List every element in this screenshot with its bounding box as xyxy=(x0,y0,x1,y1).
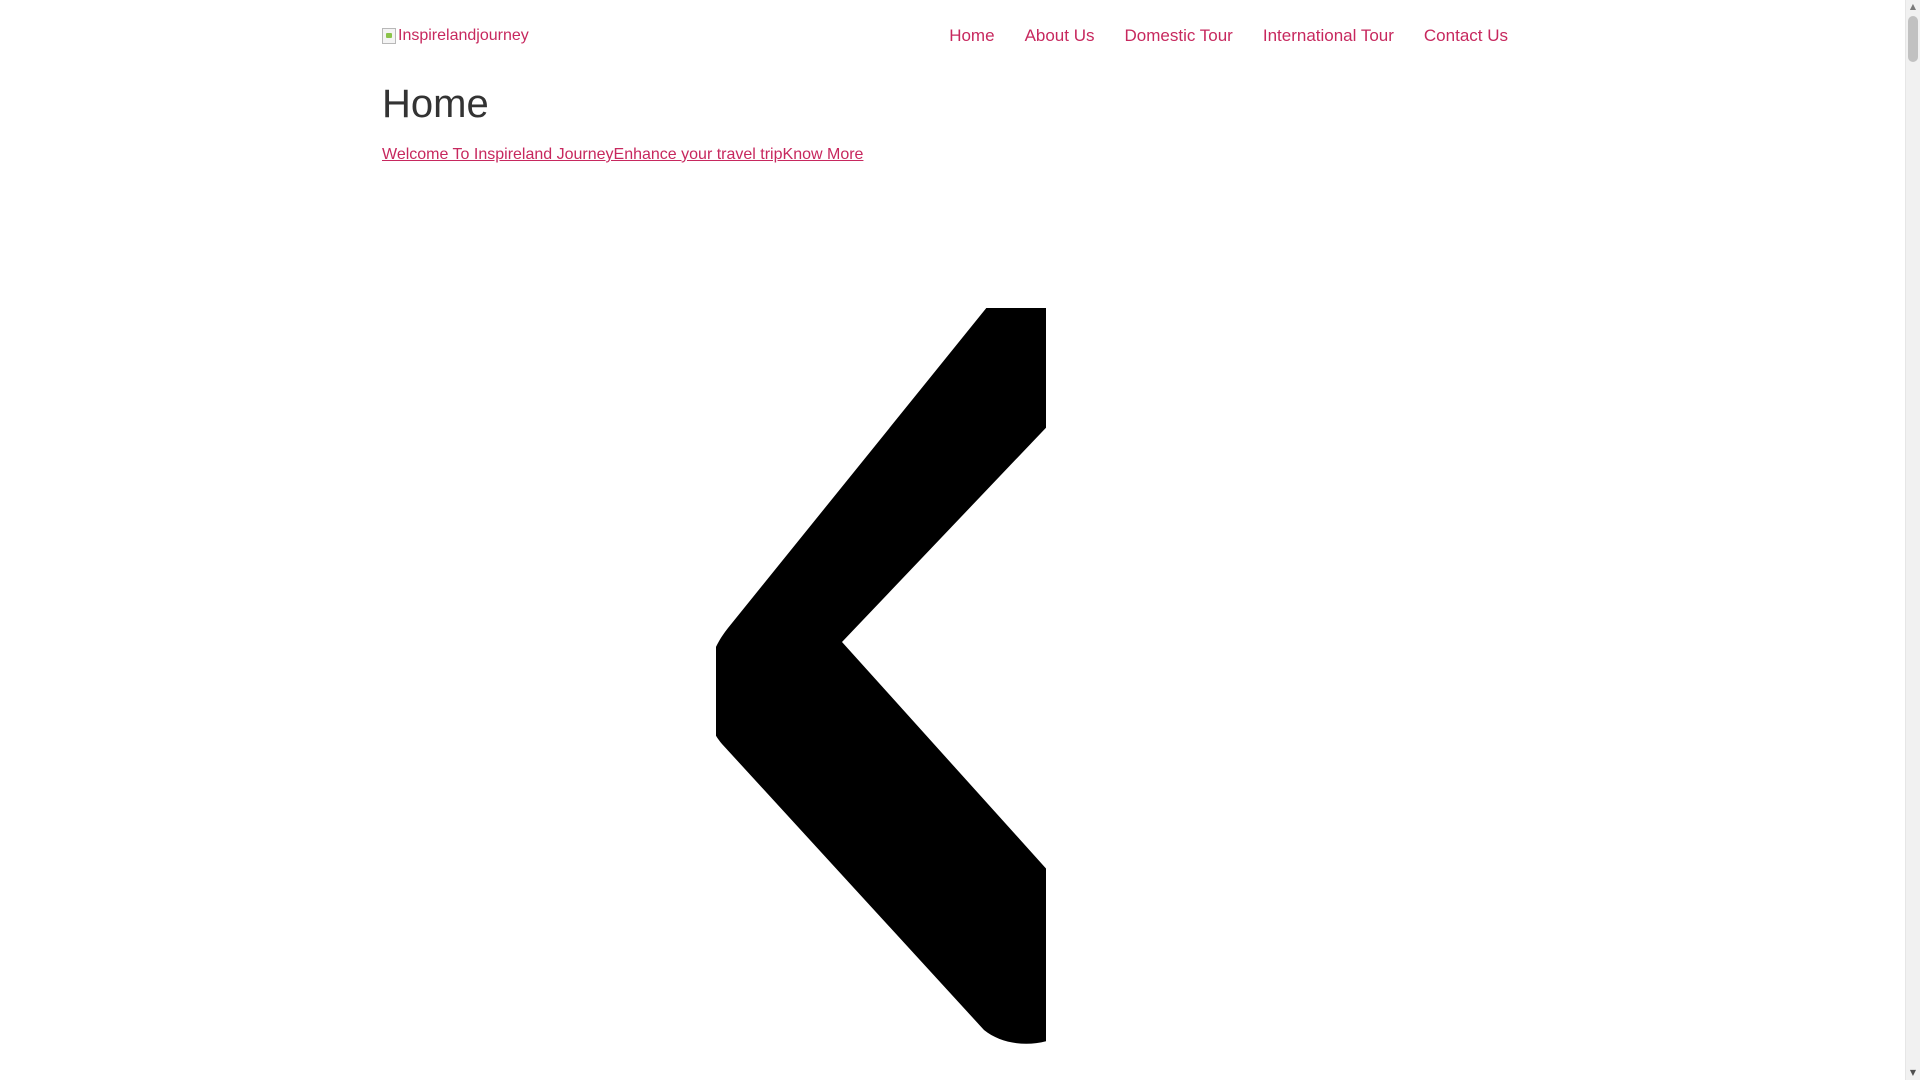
page-title: Home xyxy=(382,82,489,126)
broken-image-icon xyxy=(382,28,396,44)
scroll-thumb[interactable] xyxy=(1908,16,1918,62)
welcome-link[interactable]: Welcome To Inspireland Journey xyxy=(382,146,614,163)
nav-item-international-tour[interactable]: International Tour xyxy=(1263,26,1394,46)
vertical-scrollbar[interactable]: ▲ ▼ xyxy=(1905,0,1920,1080)
scroll-down-arrow-icon[interactable]: ▼ xyxy=(1906,1066,1920,1080)
nav-item-contact-us[interactable]: Contact Us xyxy=(1424,26,1508,46)
scroll-up-arrow-icon[interactable]: ▲ xyxy=(1906,0,1920,14)
chevron-left-icon[interactable] xyxy=(716,308,1046,1080)
nav-item-about-us[interactable]: About Us xyxy=(1025,26,1095,46)
know-more-link[interactable]: Know More xyxy=(783,146,864,163)
enhance-trip-link[interactable]: Enhance your travel trip xyxy=(614,146,783,163)
logo-alt-text: Inspirelandjourney xyxy=(398,27,529,44)
nav-item-domestic-tour[interactable]: Domestic Tour xyxy=(1125,26,1233,46)
main-nav: Home About Us Domestic Tour Internationa… xyxy=(949,20,1508,52)
main-content: Inspirelandjourney Home About Us Domesti… xyxy=(382,0,1508,1080)
hero-links: Welcome To Inspireland JourneyEnhance yo… xyxy=(382,144,863,166)
site-logo-link[interactable]: Inspirelandjourney xyxy=(382,24,529,48)
site-header: Inspirelandjourney Home About Us Domesti… xyxy=(382,0,1508,72)
nav-item-home[interactable]: Home xyxy=(949,26,994,46)
page: Inspirelandjourney Home About Us Domesti… xyxy=(0,0,1920,1080)
